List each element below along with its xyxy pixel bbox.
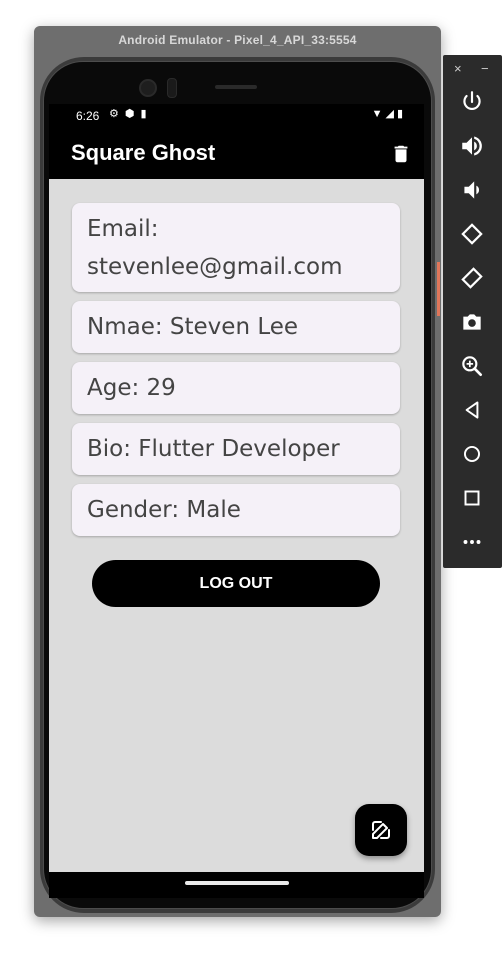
status-system-icons: ▼◢▮: [372, 107, 406, 120]
delete-icon: [394, 145, 408, 163]
back-icon: [465, 401, 479, 419]
edit-icon: [372, 821, 390, 839]
emulator-title: Android Emulator - Pixel_4_API_33:5554: [118, 33, 357, 47]
home-gesture-handle[interactable]: [185, 881, 289, 885]
proximity-sensor: [167, 78, 177, 98]
power-icon: [463, 91, 481, 111]
sd-card-icon: ▮: [140, 108, 153, 120]
age-card: Age: 29: [72, 362, 400, 414]
volume-down-button[interactable]: [459, 177, 485, 203]
wifi-icon: ▼: [371, 108, 386, 120]
zoom-button[interactable]: [459, 353, 485, 379]
screenshot-button[interactable]: [459, 309, 485, 335]
volume-up-button[interactable]: [459, 133, 485, 159]
camera-icon: [463, 314, 481, 330]
signal-icon: ◢: [385, 108, 397, 120]
toolbar-window-controls: × −: [443, 61, 502, 77]
edit-fab-button[interactable]: [355, 804, 407, 856]
minimize-button[interactable]: −: [481, 61, 489, 76]
back-button[interactable]: [459, 397, 485, 423]
gesture-nav-bar: [49, 872, 424, 898]
status-time: 6:26: [76, 109, 100, 123]
bio-card: Bio: Flutter Developer: [72, 423, 400, 475]
home-icon: [463, 445, 481, 463]
app-title: Square Ghost: [71, 140, 216, 165]
emulator-toolbar: × −: [443, 55, 502, 568]
more-button[interactable]: [459, 529, 485, 555]
status-bar: 6:26 ⚙⬢▮ ▼◢▮: [49, 104, 424, 128]
profile-content: Email: stevenlee@gmail.com Nmae: Steven …: [49, 179, 424, 872]
device-screen: 6:26 ⚙⬢▮ ▼◢▮ Square Ghost Email: stevenl…: [49, 104, 424, 872]
volume-up-icon: [462, 136, 482, 156]
overview-button[interactable]: [459, 485, 485, 511]
zoom-icon: [462, 356, 483, 377]
shield-icon: ⬢: [124, 108, 141, 120]
name-card: Nmae: Steven Lee: [72, 301, 400, 353]
gender-card: Gender: Male: [72, 484, 400, 536]
rotate-right-button[interactable]: [459, 265, 485, 291]
battery-icon: ▮: [396, 108, 406, 120]
email-card: Email: stevenlee@gmail.com: [72, 203, 400, 292]
settings-icon: ⚙: [109, 108, 125, 120]
logout-button[interactable]: LOG OUT: [92, 560, 380, 607]
overview-icon: [464, 490, 480, 506]
delete-button[interactable]: [390, 143, 412, 165]
window-resize-accent: [437, 262, 440, 316]
close-button[interactable]: ×: [454, 61, 462, 76]
rotate-left-button[interactable]: [459, 221, 485, 247]
status-notification-icons: ⚙⬢▮: [109, 107, 153, 120]
volume-down-icon: [464, 181, 480, 199]
earpiece-speaker: [215, 85, 257, 89]
rotate-right-icon: [461, 267, 483, 289]
more-icon: [463, 540, 481, 544]
power-button[interactable]: [459, 89, 485, 115]
app-bar: Square Ghost: [49, 128, 424, 179]
home-button[interactable]: [459, 441, 485, 467]
rotate-left-icon: [461, 223, 483, 245]
front-camera: [139, 79, 157, 97]
